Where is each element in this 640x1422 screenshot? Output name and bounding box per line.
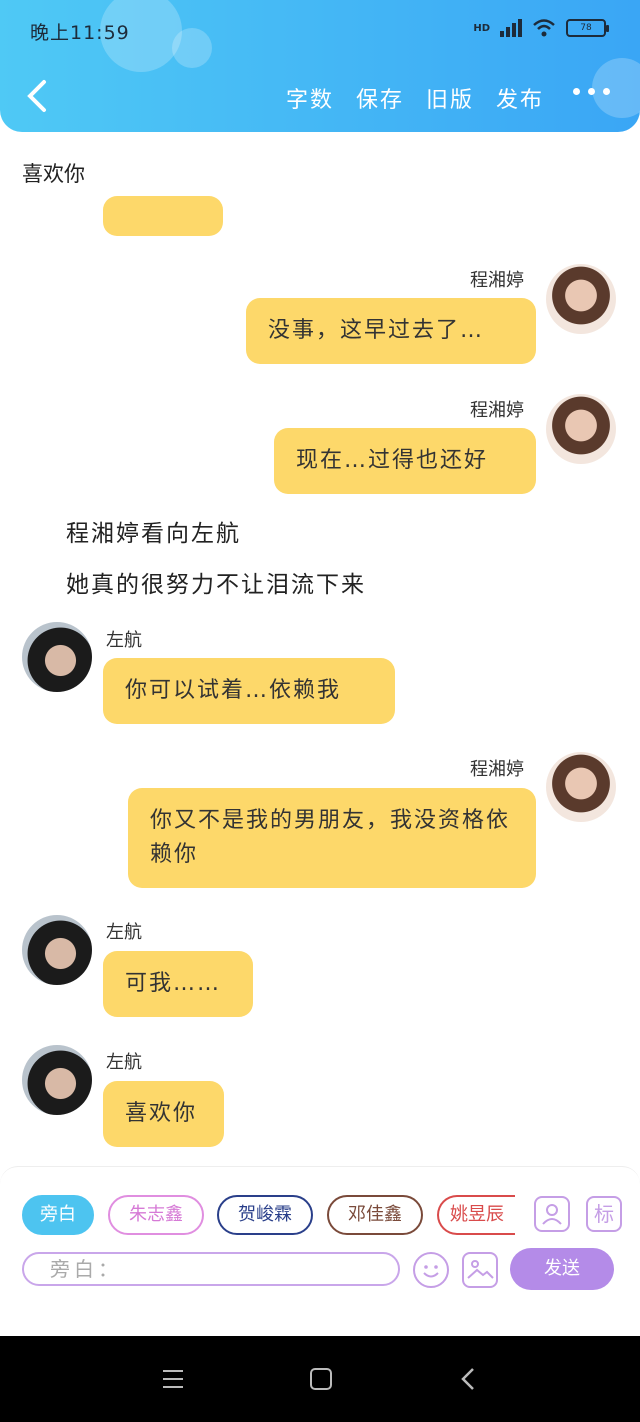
message-bubble[interactable]: 可我…… bbox=[103, 951, 253, 1017]
avatar bbox=[22, 915, 92, 985]
status-icons: HD 78 bbox=[473, 18, 609, 38]
mark-icon[interactable]: 标 bbox=[586, 1196, 622, 1232]
header-actions: 字数 保存 旧版 发布 bbox=[286, 82, 544, 114]
avatar bbox=[546, 394, 616, 464]
avatar bbox=[22, 1045, 92, 1115]
recents-icon[interactable] bbox=[163, 1370, 183, 1388]
status-time: 晚上11:59 bbox=[30, 22, 130, 44]
emoji-icon[interactable] bbox=[413, 1252, 449, 1288]
character-chip[interactable]: 姚昱辰 bbox=[437, 1195, 515, 1235]
avatar bbox=[546, 752, 616, 822]
speaker-name: 左航 bbox=[106, 922, 142, 943]
speaker-name: 左航 bbox=[106, 1052, 142, 1073]
message-bubble-partial bbox=[103, 196, 223, 236]
more-options-icon[interactable] bbox=[573, 88, 610, 95]
speaker-name: 左航 bbox=[106, 630, 142, 651]
speaker-name: 程湘婷 bbox=[470, 400, 524, 421]
narration-text: 她真的很努力不让泪流下来 bbox=[66, 572, 366, 598]
character-chip[interactable]: 朱志鑫 bbox=[108, 1195, 204, 1235]
message-bubble[interactable]: 喜欢你 bbox=[103, 1081, 224, 1147]
publish-button[interactable]: 发布 bbox=[496, 82, 544, 114]
message-bubble[interactable]: 你又不是我的男朋友，我没资格依赖你 bbox=[128, 788, 536, 888]
speaker-name: 程湘婷 bbox=[470, 759, 524, 780]
signal-icon bbox=[500, 19, 522, 37]
system-back-icon[interactable] bbox=[458, 1366, 478, 1392]
save-button[interactable]: 保存 bbox=[356, 82, 404, 114]
avatar bbox=[22, 622, 92, 692]
character-chip-narrator[interactable]: 旁白 bbox=[22, 1195, 94, 1235]
image-icon[interactable] bbox=[462, 1252, 498, 1288]
send-button[interactable]: 发送 bbox=[510, 1248, 614, 1290]
contact-icon[interactable] bbox=[534, 1196, 570, 1232]
chat-title: 喜欢你 bbox=[22, 162, 85, 186]
character-chip[interactable]: 贺峻霖 bbox=[217, 1195, 313, 1235]
character-chip[interactable]: 邓佳鑫 bbox=[327, 1195, 423, 1235]
wifi-icon bbox=[533, 19, 555, 37]
message-bubble[interactable]: 现在…过得也还好 bbox=[274, 428, 536, 494]
message-input[interactable]: 旁白： bbox=[22, 1252, 400, 1286]
battery-icon: 78 bbox=[566, 19, 609, 37]
app-header: 晚上11:59 HD 78 字数 保存 旧版 发布 bbox=[0, 0, 640, 132]
home-icon[interactable] bbox=[310, 1368, 332, 1390]
message-bubble[interactable]: 你可以试着…依赖我 bbox=[103, 658, 395, 724]
avatar bbox=[546, 264, 616, 334]
word-count-button[interactable]: 字数 bbox=[286, 82, 334, 114]
old-version-button[interactable]: 旧版 bbox=[426, 82, 474, 114]
network-type-icon: HD bbox=[473, 22, 490, 34]
speaker-name: 程湘婷 bbox=[470, 270, 524, 291]
back-icon[interactable] bbox=[22, 78, 52, 114]
message-bubble[interactable]: 没事，这早过去了… bbox=[246, 298, 536, 364]
narration-text: 程湘婷看向左航 bbox=[66, 521, 241, 547]
